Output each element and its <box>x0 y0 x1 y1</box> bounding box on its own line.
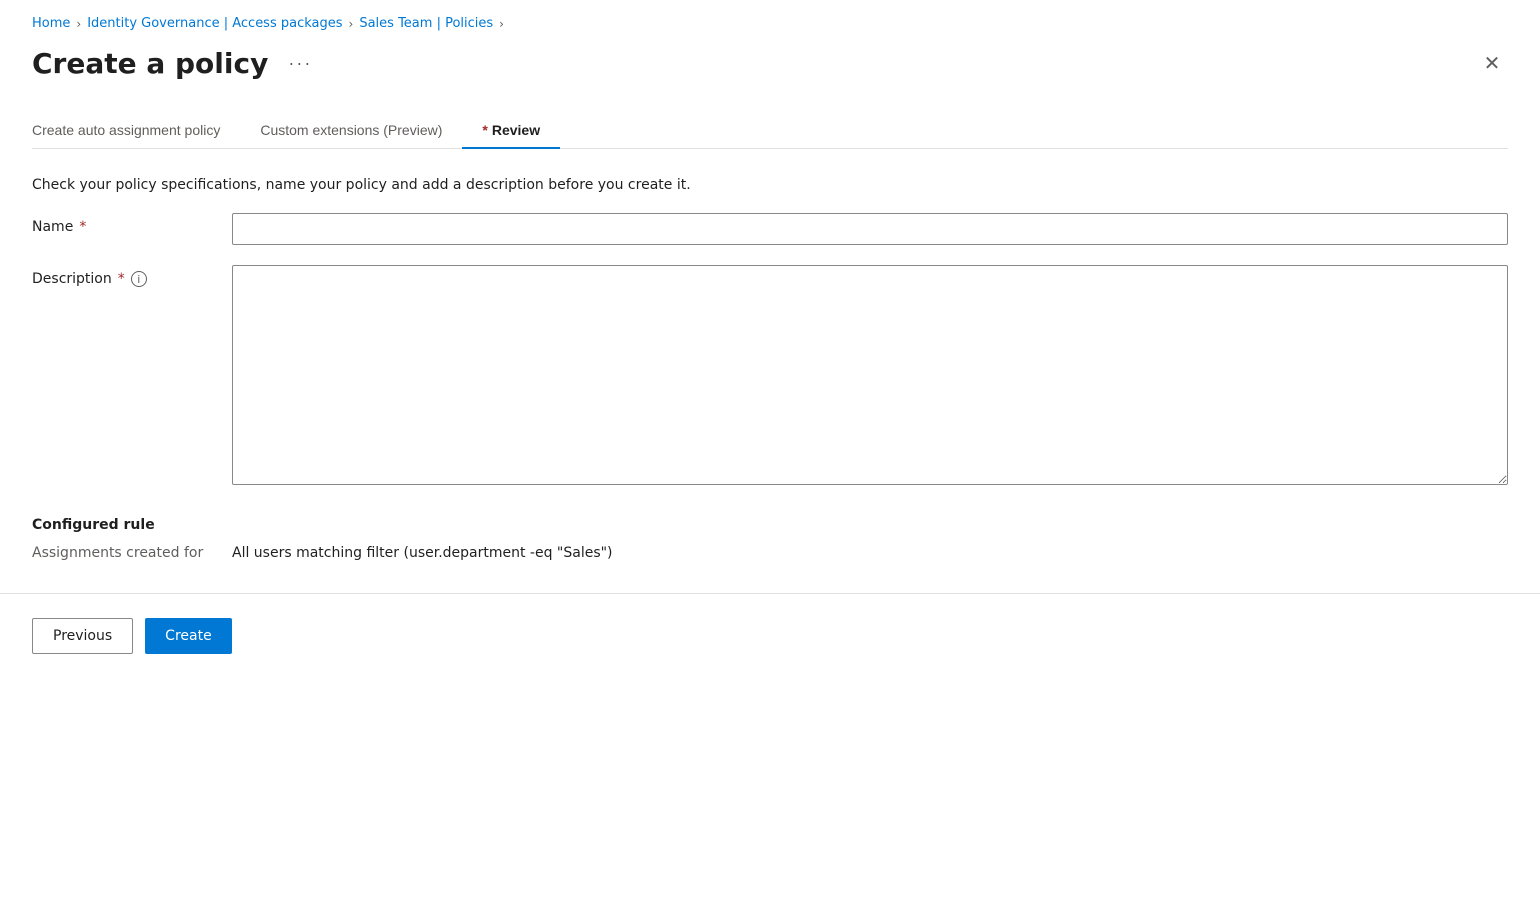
name-label: Name * <box>32 213 232 235</box>
rule-row: Assignments created for All users matchi… <box>32 545 1508 561</box>
tab-auto-assignment[interactable]: Create auto assignment policy <box>32 112 240 148</box>
tab-review[interactable]: * Review <box>462 112 560 148</box>
tab-review-required-star: * <box>482 122 487 138</box>
name-label-text: Name <box>32 219 73 235</box>
close-button[interactable]: ✕ <box>1476 48 1508 80</box>
form-description: Check your policy specifications, name y… <box>32 177 1508 193</box>
description-info-icon[interactable]: i <box>131 271 147 287</box>
configured-rule-title: Configured rule <box>32 517 1508 533</box>
configured-rule-section: Configured rule Assignments created for … <box>32 517 1508 561</box>
page-header-left: Create a policy ··· <box>32 47 320 80</box>
breadcrumb-identity-governance[interactable]: Identity Governance | Access packages <box>87 16 342 31</box>
description-label-text: Description <box>32 271 112 287</box>
name-form-row: Name * <box>32 213 1508 245</box>
description-form-row: Description * i <box>32 265 1508 485</box>
page-container: Home › Identity Governance | Access pack… <box>0 0 1540 686</box>
breadcrumb-home[interactable]: Home <box>32 16 70 31</box>
page-header: Create a policy ··· ✕ <box>32 47 1508 80</box>
description-label: Description * i <box>32 265 232 287</box>
tab-auto-assignment-label: Create auto assignment policy <box>32 122 220 138</box>
tab-custom-extensions-label: Custom extensions (Preview) <box>260 122 442 138</box>
breadcrumb-sales-team[interactable]: Sales Team | Policies <box>359 16 493 31</box>
breadcrumb-sep-3: › <box>499 17 504 31</box>
create-button[interactable]: Create <box>145 618 232 654</box>
name-input[interactable] <box>232 213 1508 245</box>
assignments-label: Assignments created for <box>32 545 232 561</box>
previous-button[interactable]: Previous <box>32 618 133 654</box>
page-title: Create a policy <box>32 47 268 80</box>
close-icon: ✕ <box>1484 51 1501 76</box>
description-textarea[interactable] <box>232 265 1508 485</box>
tab-review-label: Review <box>492 122 540 138</box>
description-required-star: * <box>118 271 125 287</box>
breadcrumb-sep-2: › <box>349 17 354 31</box>
more-options-button[interactable]: ··· <box>280 49 320 78</box>
name-required-star: * <box>79 219 86 235</box>
tab-bar: Create auto assignment policy Custom ext… <box>32 112 1508 149</box>
breadcrumb: Home › Identity Governance | Access pack… <box>32 16 1508 31</box>
breadcrumb-sep-1: › <box>76 17 81 31</box>
footer-actions: Previous Create <box>32 594 1508 654</box>
assignments-value: All users matching filter (user.departme… <box>232 545 613 561</box>
tab-custom-extensions[interactable]: Custom extensions (Preview) <box>240 112 462 148</box>
